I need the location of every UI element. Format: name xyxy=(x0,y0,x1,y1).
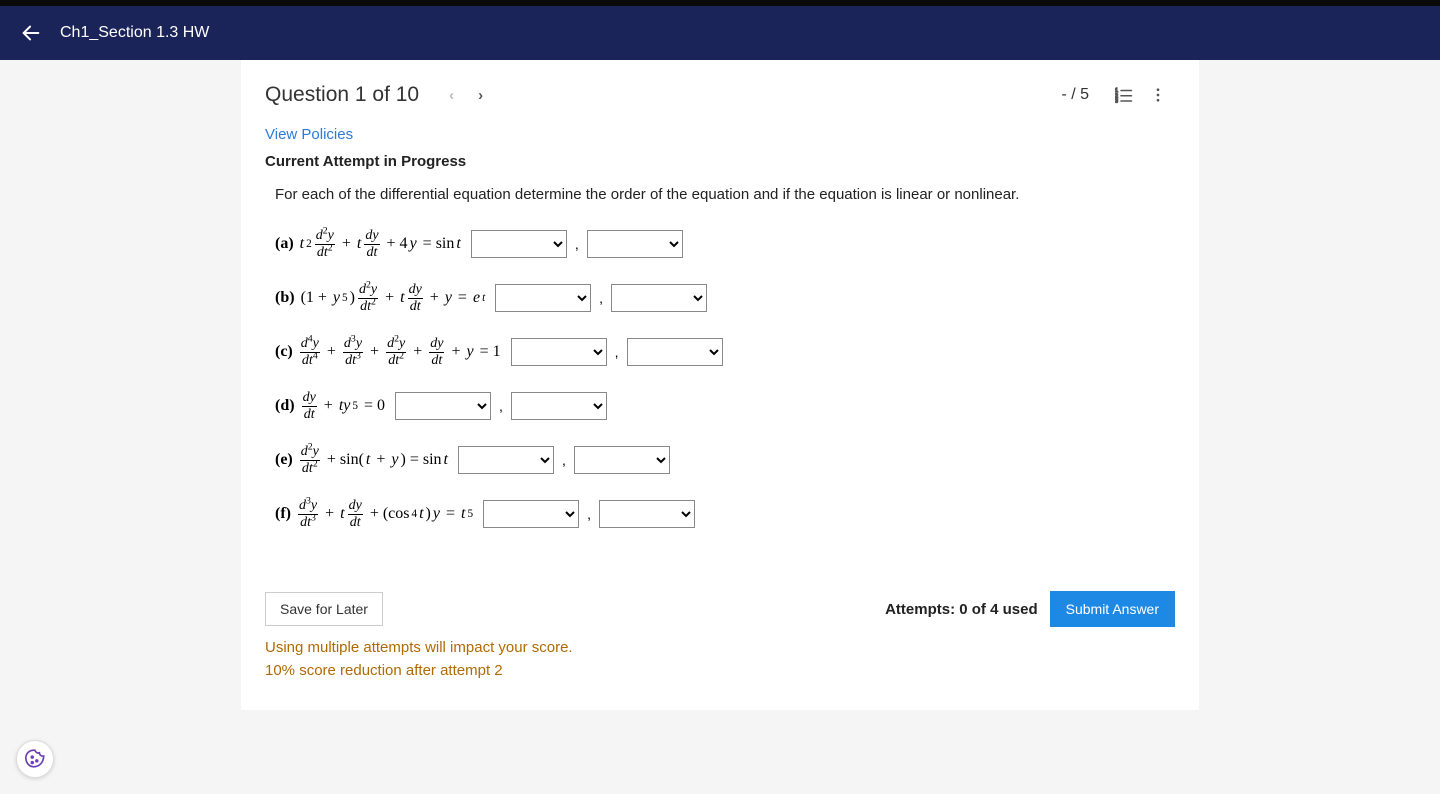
equation-a: t2 d2ydt2 + t dydt + 4y = sint xyxy=(300,229,461,260)
warning-line-1: Using multiple attempts will impact your… xyxy=(265,637,1175,660)
assignment-header: Ch1_Section 1.3 HW xyxy=(0,6,1440,60)
question-footer: Save for Later Attempts: 0 of 4 used Sub… xyxy=(241,591,1199,627)
prev-question-button[interactable]: ‹ xyxy=(437,83,466,108)
separator: , xyxy=(615,344,619,360)
part-label: (e) xyxy=(275,451,293,469)
equation-b: (1 + y5) d2ydt2 + t dydt + y = et xyxy=(301,283,486,314)
attempt-status: Current Attempt in Progress xyxy=(241,149,1199,186)
svg-text:3: 3 xyxy=(1115,99,1118,105)
part-c-linearity-select[interactable] xyxy=(627,338,723,366)
separator: , xyxy=(562,452,566,468)
part-label: (d) xyxy=(275,397,295,415)
part-f-linearity-select[interactable] xyxy=(599,500,695,528)
question-toolbar: Question 1 of 10 ‹ › - / 5 123 xyxy=(241,60,1199,118)
equation-e: d2ydt2 + sin(t + y) = sint xyxy=(299,445,448,476)
assignment-title: Ch1_Section 1.3 HW xyxy=(60,24,209,42)
part-b-order-select[interactable] xyxy=(495,284,591,312)
part-a-order-select[interactable] xyxy=(471,230,567,258)
save-for-later-button[interactable]: Save for Later xyxy=(265,592,383,626)
part-label: (b) xyxy=(275,289,295,307)
question-number: Question 1 of 10 xyxy=(265,83,419,107)
question-prompt: For each of the differential equation de… xyxy=(275,186,1175,203)
part-b-row: (b) (1 + y5) d2ydt2 + t dydt + y = et , xyxy=(275,277,1175,319)
part-e-linearity-select[interactable] xyxy=(574,446,670,474)
part-c-row: (c) d4ydt4 + d3ydt3 + d2ydt2 + dydt + y … xyxy=(275,331,1175,373)
part-f-row: (f) d3ydt3 + t dydt + (cos4t)y = t5 , xyxy=(275,493,1175,535)
part-label: (c) xyxy=(275,343,293,361)
equation-f: d3ydt3 + t dydt + (cos4t)y = t5 xyxy=(297,499,473,530)
separator: , xyxy=(499,398,503,414)
part-a-linearity-select[interactable] xyxy=(587,230,683,258)
attempts-counter: Attempts: 0 of 4 used xyxy=(885,601,1038,618)
submit-answer-button[interactable]: Submit Answer xyxy=(1050,591,1175,627)
part-d-linearity-select[interactable] xyxy=(511,392,607,420)
view-policies-link[interactable]: View Policies xyxy=(241,118,1199,149)
separator: , xyxy=(575,236,579,252)
part-e-order-select[interactable] xyxy=(458,446,554,474)
part-d-row: (d) dydt + ty5 = 0 , xyxy=(275,385,1175,427)
more-menu-icon[interactable] xyxy=(1141,82,1175,108)
attempt-warning: Using multiple attempts will impact your… xyxy=(241,627,1199,682)
part-label: (a) xyxy=(275,235,294,253)
question-card: Question 1 of 10 ‹ › - / 5 123 View Poli… xyxy=(241,60,1199,710)
warning-line-2: 10% score reduction after attempt 2 xyxy=(265,660,1175,683)
part-label: (f) xyxy=(275,505,291,523)
equation-d: dydt + ty5 = 0 xyxy=(301,391,385,422)
equation-c: d4ydt4 + d3ydt3 + d2ydt2 + dydt + y = 1 xyxy=(299,337,501,368)
part-a-row: (a) t2 d2ydt2 + t dydt + 4y = sint , xyxy=(275,223,1175,265)
question-content: For each of the differential equation de… xyxy=(241,186,1199,569)
score-display: - / 5 xyxy=(1061,86,1089,104)
part-b-linearity-select[interactable] xyxy=(611,284,707,312)
part-c-order-select[interactable] xyxy=(511,338,607,366)
part-d-order-select[interactable] xyxy=(395,392,491,420)
cookie-settings-icon[interactable] xyxy=(16,740,54,778)
separator: , xyxy=(599,290,603,306)
part-f-order-select[interactable] xyxy=(483,500,579,528)
back-arrow-icon[interactable] xyxy=(20,22,42,44)
next-question-button[interactable]: › xyxy=(466,83,495,108)
part-e-row: (e) d2ydt2 + sin(t + y) = sint , xyxy=(275,439,1175,481)
separator: , xyxy=(587,506,591,522)
question-list-icon[interactable]: 123 xyxy=(1107,82,1141,108)
